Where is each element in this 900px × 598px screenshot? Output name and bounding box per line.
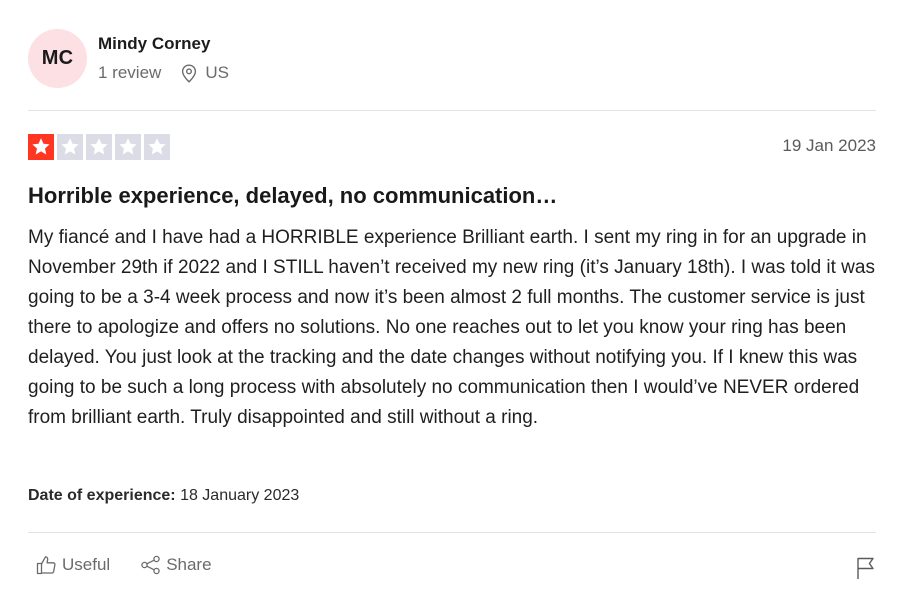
star-icon (148, 138, 166, 155)
experience-date: 18 January 2023 (180, 487, 300, 504)
share-label: Share (166, 555, 212, 574)
star-filled (28, 134, 54, 160)
location-label: US (205, 63, 229, 82)
footer-divider (28, 532, 876, 533)
star-icon (32, 138, 50, 155)
star-empty (57, 134, 83, 160)
review-title[interactable]: Horrible experience, delayed, no communi… (28, 182, 557, 210)
share-button[interactable]: Share (140, 555, 212, 575)
star-icon (90, 138, 108, 155)
share-icon (141, 555, 160, 575)
review-date: 19 Jan 2023 (782, 136, 876, 155)
report-flag-button[interactable] (856, 556, 876, 585)
star-empty (115, 134, 141, 160)
star-empty (86, 134, 112, 160)
review-actions: Useful Share (36, 555, 242, 575)
flag-icon (857, 557, 874, 579)
consumer-name[interactable]: Mindy Corney (98, 34, 229, 54)
consumer-location: US (181, 63, 229, 83)
review-card: MC Mindy Corney 1 review US 19 Jan 2023 … (28, 0, 876, 598)
consumer-info: Mindy Corney 1 review US (98, 29, 229, 83)
avatar[interactable]: MC (28, 29, 87, 88)
consumer-header: MC Mindy Corney 1 review US (28, 29, 229, 89)
thumbs-up-icon (36, 556, 56, 575)
star-empty (144, 134, 170, 160)
consumer-meta: 1 review US (98, 63, 229, 83)
useful-button[interactable]: Useful (36, 555, 110, 575)
experience-label: Date of experience: (28, 487, 176, 504)
header-divider (28, 110, 876, 111)
review-count: 1 review (98, 63, 162, 82)
date-of-experience: Date of experience: 18 January 2023 (28, 486, 299, 506)
location-pin-icon (182, 63, 197, 83)
star-icon (119, 138, 137, 155)
star-rating (28, 134, 173, 160)
review-body: My fiancé and I have had a HORRIBLE expe… (28, 227, 875, 428)
star-icon (61, 138, 79, 155)
useful-label: Useful (62, 555, 111, 574)
